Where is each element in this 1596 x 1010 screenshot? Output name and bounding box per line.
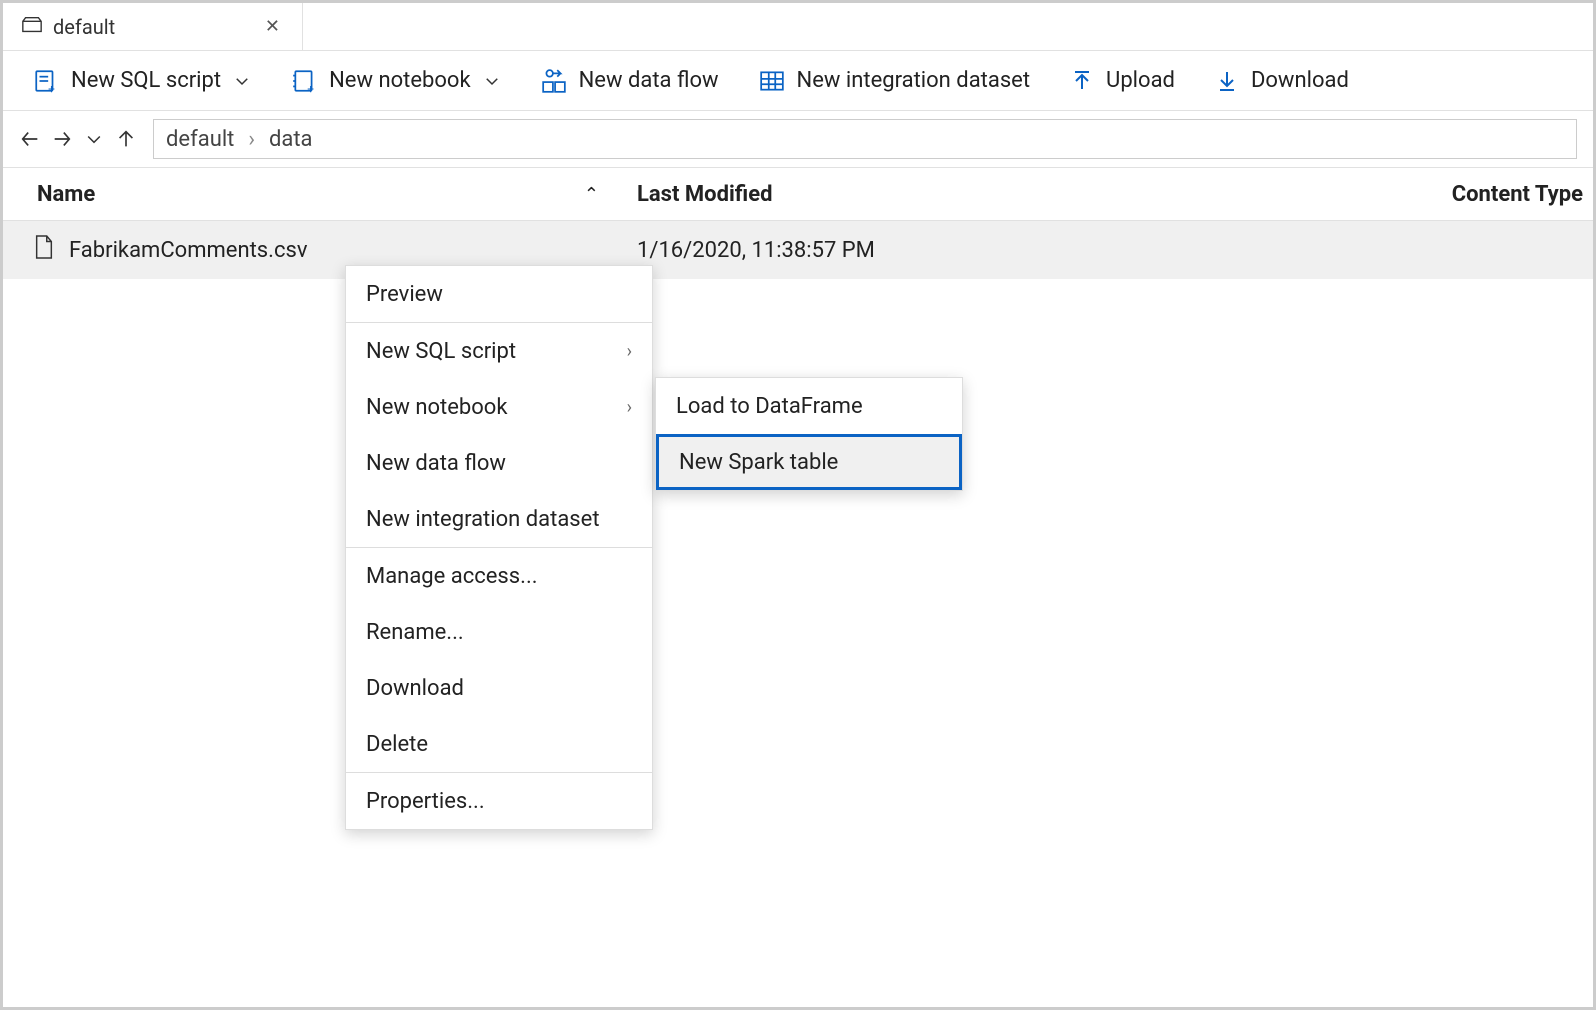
sort-ascending-icon: ⌃ bbox=[584, 184, 599, 205]
tab-default[interactable]: default ✕ bbox=[3, 3, 303, 50]
menu-item-new-notebook[interactable]: New notebook › bbox=[346, 379, 652, 435]
column-label: Name bbox=[37, 182, 95, 207]
menu-item-new-data-flow[interactable]: New data flow bbox=[346, 435, 652, 491]
column-label: Last Modified bbox=[637, 182, 772, 207]
submenu-label: Load to DataFrame bbox=[676, 394, 863, 419]
breadcrumb[interactable]: default › data bbox=[153, 119, 1577, 159]
toolbar-label: New SQL script bbox=[71, 68, 221, 93]
menu-label: Manage access... bbox=[366, 564, 538, 589]
download-icon bbox=[1215, 69, 1239, 93]
menu-label: New notebook bbox=[366, 395, 508, 420]
menu-item-new-sql-script[interactable]: New SQL script › bbox=[346, 323, 652, 379]
menu-label: New integration dataset bbox=[366, 507, 600, 532]
chevron-down-icon bbox=[233, 72, 251, 90]
menu-label: Download bbox=[366, 676, 464, 701]
column-label: Content Type bbox=[1452, 182, 1583, 207]
download-button[interactable]: Download bbox=[1215, 68, 1349, 93]
new-notebook-button[interactable]: + New notebook bbox=[291, 68, 501, 94]
menu-label: New data flow bbox=[366, 451, 506, 476]
table-header: Name ⌃ Last Modified Content Type bbox=[3, 167, 1593, 221]
menu-item-new-integration-dataset[interactable]: New integration dataset bbox=[346, 491, 652, 547]
new-sql-script-button[interactable]: + New SQL script bbox=[33, 68, 251, 94]
table-row[interactable]: FabrikamComments.csv 1/16/2020, 11:38:57… bbox=[3, 221, 1593, 279]
nav-forward-button[interactable] bbox=[51, 128, 73, 150]
svg-text:+: + bbox=[307, 81, 314, 93]
menu-item-properties[interactable]: Properties... bbox=[346, 773, 652, 829]
menu-item-manage-access[interactable]: Manage access... bbox=[346, 548, 652, 604]
menu-label: Preview bbox=[366, 282, 443, 307]
data-flow-icon bbox=[541, 68, 567, 94]
chevron-right-icon: › bbox=[627, 341, 632, 362]
file-icon bbox=[33, 234, 55, 266]
tab-title: default bbox=[53, 15, 115, 39]
menu-item-delete[interactable]: Delete bbox=[346, 716, 652, 772]
context-menu: Preview New SQL script › New notebook › … bbox=[345, 265, 653, 830]
chevron-right-icon: › bbox=[627, 397, 632, 418]
nav-row: default › data bbox=[3, 111, 1593, 167]
column-header-name[interactable]: Name ⌃ bbox=[3, 182, 623, 207]
svg-text:+: + bbox=[48, 81, 55, 93]
toolbar-label: New notebook bbox=[329, 68, 471, 93]
submenu-item-load-to-dataframe[interactable]: Load to DataFrame bbox=[656, 378, 962, 434]
notebook-icon: + bbox=[291, 68, 317, 94]
menu-label: New SQL script bbox=[366, 339, 516, 364]
tab-bar: default ✕ bbox=[3, 3, 1593, 51]
menu-label: Delete bbox=[366, 732, 428, 757]
upload-button[interactable]: Upload bbox=[1070, 68, 1175, 93]
nav-back-button[interactable] bbox=[19, 128, 41, 150]
toolbar-label: Download bbox=[1251, 68, 1349, 93]
submenu: Load to DataFrame New Spark table bbox=[655, 377, 963, 491]
file-last-modified: 1/16/2020, 11:38:57 PM bbox=[623, 238, 1593, 263]
breadcrumb-segment[interactable]: default bbox=[166, 127, 234, 152]
nav-up-button[interactable] bbox=[115, 128, 137, 150]
toolbar-label: New data flow bbox=[579, 68, 719, 93]
sql-script-icon: + bbox=[33, 68, 59, 94]
dataset-icon bbox=[759, 68, 785, 94]
toolbar-label: New integration dataset bbox=[797, 68, 1031, 93]
database-icon bbox=[21, 15, 43, 39]
chevron-right-icon: › bbox=[248, 127, 255, 152]
breadcrumb-segment[interactable]: data bbox=[269, 127, 313, 152]
new-integration-dataset-button[interactable]: New integration dataset bbox=[759, 68, 1031, 94]
close-icon[interactable]: ✕ bbox=[261, 12, 284, 41]
menu-label: Rename... bbox=[366, 620, 464, 645]
chevron-down-icon bbox=[483, 72, 501, 90]
menu-item-rename[interactable]: Rename... bbox=[346, 604, 652, 660]
new-data-flow-button[interactable]: New data flow bbox=[541, 68, 719, 94]
nav-down-button[interactable] bbox=[83, 128, 105, 150]
upload-icon bbox=[1070, 69, 1094, 93]
toolbar-label: Upload bbox=[1106, 68, 1175, 93]
submenu-item-new-spark-table[interactable]: New Spark table bbox=[656, 434, 962, 490]
submenu-label: New Spark table bbox=[679, 450, 838, 475]
menu-label: Properties... bbox=[366, 789, 485, 814]
column-header-content-type[interactable]: Content Type bbox=[1393, 182, 1593, 207]
menu-item-preview[interactable]: Preview bbox=[346, 266, 652, 322]
file-name: FabrikamComments.csv bbox=[69, 238, 307, 263]
toolbar: + New SQL script + New notebook New data… bbox=[3, 51, 1593, 111]
menu-item-download[interactable]: Download bbox=[346, 660, 652, 716]
column-header-last-modified[interactable]: Last Modified bbox=[623, 182, 1393, 207]
